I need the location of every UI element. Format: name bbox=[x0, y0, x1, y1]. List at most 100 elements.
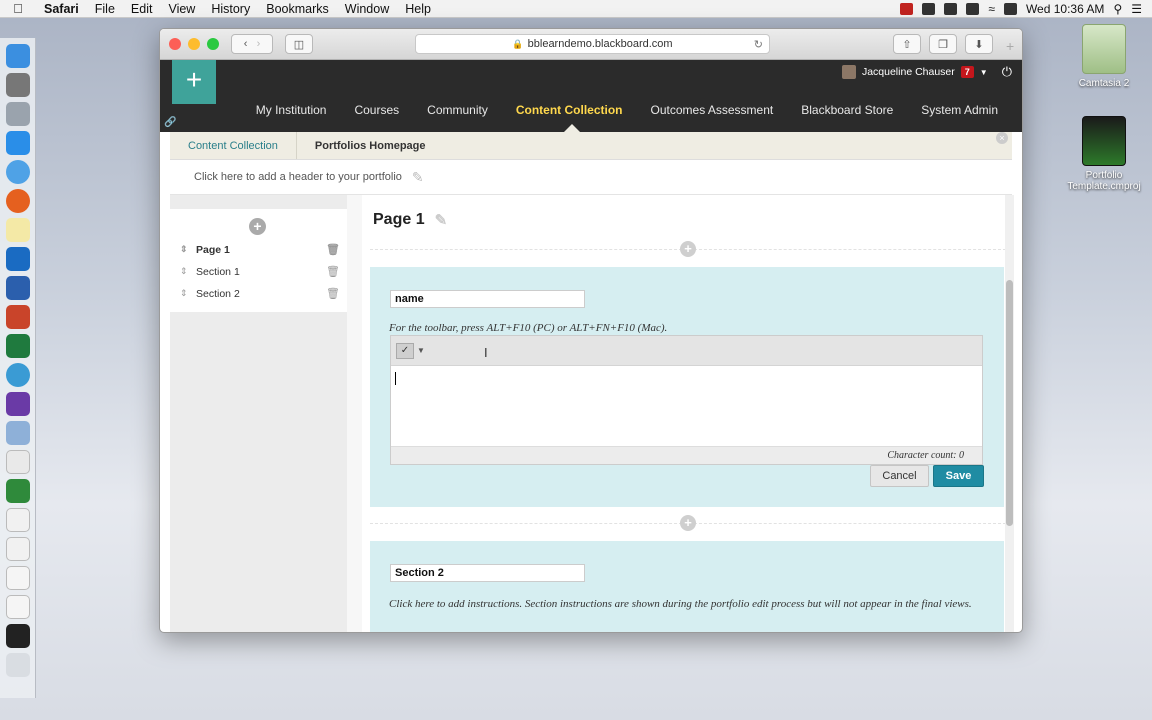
scrollbar-thumb[interactable] bbox=[1006, 280, 1013, 526]
editor-body[interactable] bbox=[391, 366, 982, 446]
cancel-button[interactable]: Cancel bbox=[870, 465, 929, 487]
address-bar[interactable]: 🔒 bblearndemo.blackboard.com ↻ bbox=[415, 34, 770, 54]
powerpoint-icon[interactable] bbox=[5, 305, 30, 329]
tab-outcomes-assessment[interactable]: Outcomes Assessment bbox=[637, 103, 788, 117]
menu-history[interactable]: History bbox=[203, 2, 258, 16]
tab-community[interactable]: Community bbox=[413, 103, 502, 117]
tab-my-institution[interactable]: My Institution bbox=[242, 103, 341, 117]
clock[interactable]: Wed 10:36 AM bbox=[1026, 2, 1105, 16]
section-instructions[interactable]: Click here to add instructions. Section … bbox=[389, 596, 984, 612]
notification-list-icon[interactable]: ☰ bbox=[1131, 2, 1142, 16]
spotlight-search-icon[interactable]: ⚲ bbox=[1113, 2, 1122, 16]
terminal-icon[interactable] bbox=[5, 624, 30, 648]
tab-content-collection[interactable]: Content Collection bbox=[502, 103, 637, 117]
file-icon[interactable] bbox=[5, 508, 30, 532]
portfolio-header-prompt[interactable]: Click here to add a header to your portf… bbox=[170, 160, 1012, 195]
forward-arrows-icon[interactable] bbox=[5, 392, 30, 416]
link-icon[interactable]: 🔗 bbox=[164, 117, 176, 128]
reload-icon[interactable]: ↻ bbox=[754, 38, 763, 51]
trash-icon[interactable]: 🗑 bbox=[326, 265, 340, 278]
header-prompt-text[interactable]: Click here to add a header to your portf… bbox=[194, 171, 402, 183]
menu-help[interactable]: Help bbox=[397, 2, 439, 16]
power-icon[interactable]: ⏻ bbox=[1002, 64, 1012, 80]
blackboard-logo[interactable]: + bbox=[172, 60, 216, 104]
share-button[interactable]: ⇧ bbox=[893, 34, 921, 54]
battery-icon[interactable] bbox=[1003, 2, 1017, 15]
trash-icon[interactable]: 🗑 bbox=[326, 243, 340, 256]
system-preferences-icon[interactable] bbox=[5, 73, 30, 97]
trash-icon[interactable] bbox=[5, 653, 30, 677]
apple-menu-icon[interactable]:  bbox=[0, 1, 36, 16]
globe-icon[interactable] bbox=[5, 363, 30, 387]
close-window-button[interactable] bbox=[169, 38, 181, 50]
chevron-left-icon[interactable]: ‹ bbox=[244, 38, 248, 50]
tab-system-admin[interactable]: System Admin bbox=[907, 103, 1012, 117]
tab-courses[interactable]: Courses bbox=[340, 103, 413, 117]
tab-blackboard-store[interactable]: Blackboard Store bbox=[787, 103, 907, 117]
sidebar-item-section-2[interactable]: ⇕ Section 2 🗑 bbox=[180, 287, 340, 301]
dropbox-icon[interactable] bbox=[944, 2, 958, 15]
menu-window[interactable]: Window bbox=[337, 2, 397, 16]
firefox-icon[interactable] bbox=[5, 189, 30, 213]
menu-file[interactable]: File bbox=[87, 2, 123, 16]
new-tab-icon[interactable]: + bbox=[1006, 38, 1014, 54]
add-page-icon[interactable]: + bbox=[249, 218, 266, 235]
chevron-down-icon[interactable]: ▼ bbox=[417, 346, 425, 355]
grid-icon[interactable] bbox=[922, 2, 936, 15]
wifi-icon[interactable]: ≈ bbox=[988, 2, 995, 16]
record-icon[interactable] bbox=[900, 2, 914, 15]
menu-bookmarks[interactable]: Bookmarks bbox=[258, 2, 337, 16]
notification-badge[interactable]: 7 bbox=[960, 66, 974, 78]
section-name-field[interactable]: Section 2 bbox=[390, 564, 585, 582]
spreadsheet-file-icon[interactable] bbox=[5, 537, 30, 561]
chevron-right-icon[interactable]: › bbox=[257, 38, 261, 50]
menu-edit[interactable]: Edit bbox=[123, 2, 161, 16]
sidebar-item-page-1[interactable]: ⇕ Page 1 🗑 bbox=[180, 243, 340, 257]
pencil-icon[interactable]: ✎ bbox=[435, 211, 448, 229]
zoom-window-button[interactable] bbox=[207, 38, 219, 50]
scrollbar[interactable] bbox=[1005, 195, 1014, 632]
downloads-button[interactable]: ⬇ bbox=[965, 34, 993, 54]
section-name-field[interactable]: name bbox=[390, 290, 585, 308]
pencil-icon[interactable]: ✎ bbox=[412, 169, 424, 186]
desktop-icon-portfolio-template[interactable]: Portfolio Template.cmproj bbox=[1059, 116, 1149, 192]
finder-icon[interactable] bbox=[5, 44, 30, 68]
breadcrumb-content-collection[interactable]: Content Collection bbox=[170, 132, 297, 159]
chevron-down-icon[interactable]: ▼ bbox=[980, 68, 988, 77]
sidebar-toggle-button[interactable]: ◫ bbox=[285, 34, 313, 54]
menu-view[interactable]: View bbox=[160, 2, 203, 16]
close-icon[interactable]: × bbox=[996, 132, 1008, 144]
shield-icon[interactable] bbox=[966, 2, 980, 15]
document-icon[interactable] bbox=[5, 450, 30, 474]
word-icon[interactable] bbox=[5, 276, 30, 300]
trash-icon[interactable]: 🗑 bbox=[326, 287, 340, 300]
page-title-text[interactable]: Page 1 bbox=[373, 211, 425, 229]
back-forward-buttons[interactable]: ‹ › bbox=[231, 34, 273, 54]
sidebar-item-label[interactable]: Page 1 bbox=[196, 244, 230, 256]
desktop-icon-camtasia[interactable]: Camtasia 2 bbox=[1059, 24, 1149, 89]
spellcheck-icon[interactable]: ✓ bbox=[396, 342, 414, 359]
notes-icon[interactable] bbox=[5, 218, 30, 242]
network-icon[interactable] bbox=[5, 421, 30, 445]
add-section-icon[interactable]: + bbox=[680, 241, 696, 257]
outlook-icon[interactable] bbox=[5, 247, 30, 271]
save-button[interactable]: Save bbox=[933, 465, 984, 487]
minimize-window-button[interactable] bbox=[188, 38, 200, 50]
app-store-icon[interactable] bbox=[5, 131, 30, 155]
excel-icon[interactable] bbox=[5, 334, 30, 358]
rich-text-editor[interactable]: ✓ ▼ Character count: 0 bbox=[390, 335, 983, 465]
tabs-overview-button[interactable]: ❐ bbox=[929, 34, 957, 54]
user-name[interactable]: Jacqueline Chauser bbox=[862, 66, 955, 78]
menu-app-safari[interactable]: Safari bbox=[36, 2, 87, 16]
sidebar-item-label[interactable]: Section 2 bbox=[196, 288, 240, 300]
drag-handle-icon[interactable]: ⇕ bbox=[180, 266, 196, 277]
sidebar-item-section-1[interactable]: ⇕ Section 1 🗑 bbox=[180, 265, 340, 279]
add-section-icon[interactable]: + bbox=[680, 515, 696, 531]
file-icon[interactable] bbox=[5, 566, 30, 590]
drag-handle-icon[interactable]: ⇕ bbox=[180, 288, 196, 299]
drag-handle-icon[interactable]: ⇕ bbox=[180, 244, 196, 255]
safari-icon[interactable] bbox=[5, 160, 30, 184]
launchpad-icon[interactable] bbox=[5, 102, 30, 126]
file-icon[interactable] bbox=[5, 595, 30, 619]
user-menu[interactable]: Jacqueline Chauser 7 ▼ ⏻ bbox=[841, 64, 1012, 80]
